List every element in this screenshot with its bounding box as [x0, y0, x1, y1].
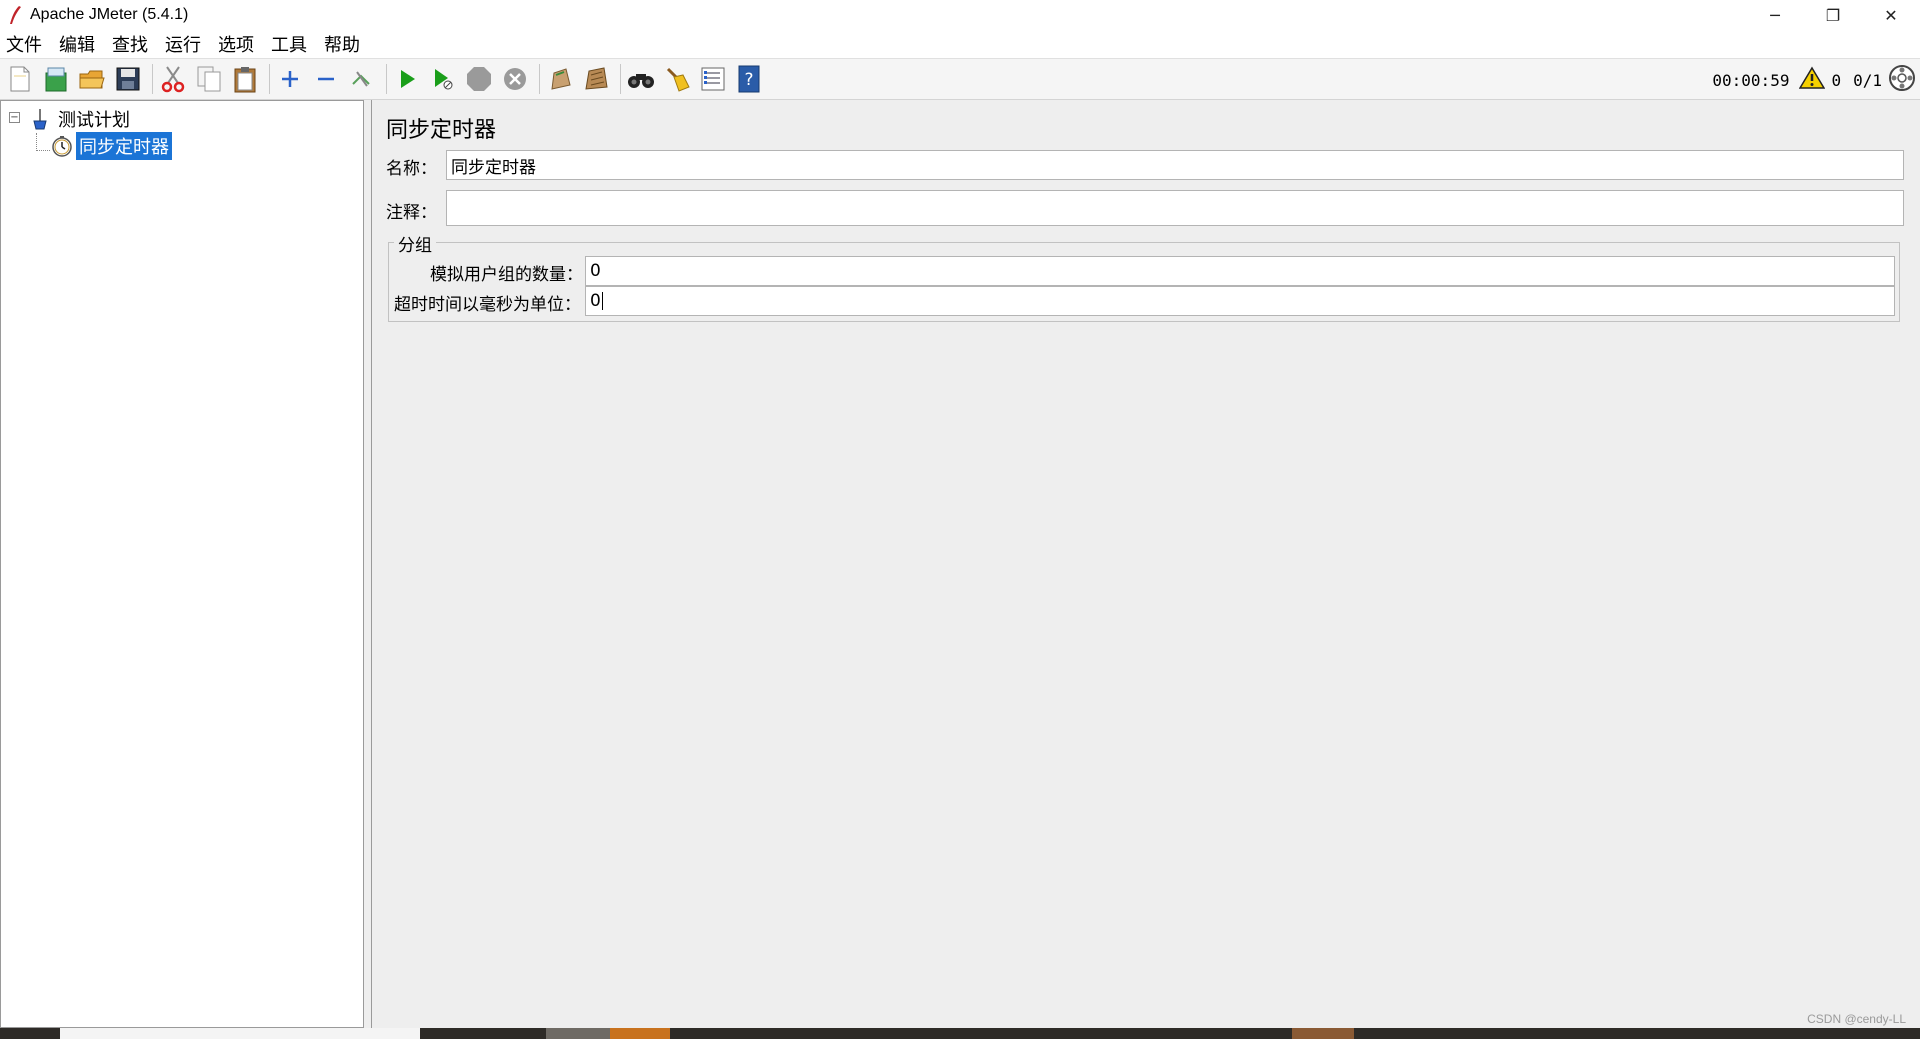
name-label: 名称： [386, 159, 437, 179]
close-button[interactable]: ✕ [1862, 0, 1920, 30]
minimize-button[interactable]: ─ [1746, 0, 1804, 30]
collapse-node-toggle[interactable]: − [9, 112, 20, 123]
text-caret [601, 292, 603, 310]
collapse-icon[interactable] [310, 63, 342, 95]
group-title: 分组 [394, 231, 436, 256]
timeout-field[interactable]: 0 [585, 286, 1895, 316]
start-icon[interactable] [391, 63, 423, 95]
comment-field[interactable] [446, 190, 1904, 226]
taskbar-segment [546, 1028, 610, 1039]
menu-search[interactable]: 查找 [112, 31, 148, 57]
stop-icon[interactable] [463, 63, 495, 95]
test-plan-tree: − 测试计划 同步定时器 [0, 100, 364, 1028]
menu-options[interactable]: 选项 [218, 31, 254, 57]
page-title: 同步定时器 [386, 118, 497, 143]
toolbar-separator [620, 64, 621, 94]
toolbar-separator [152, 64, 153, 94]
taskbar-segment [1292, 1028, 1354, 1039]
toolbar-separator [386, 64, 387, 94]
toolbar-separator [539, 64, 540, 94]
function-helper-icon[interactable] [697, 63, 729, 95]
svg-text:?: ? [744, 70, 753, 90]
window-controls: ─ ❐ ✕ [1746, 0, 1920, 30]
menu-help[interactable]: 帮助 [324, 31, 360, 57]
taskbar-strip [0, 1028, 1920, 1039]
open-icon[interactable] [76, 63, 108, 95]
paste-icon[interactable] [229, 63, 261, 95]
tree-label-sync-timer: 同步定时器 [76, 132, 172, 160]
timeout-label: 超时时间以毫秒为单位： [394, 295, 581, 315]
timeout-value: 0 [590, 291, 601, 311]
jmeter-feather-icon [4, 4, 26, 26]
elapsed-time: 00:00:59 [1712, 70, 1790, 90]
shutdown-icon[interactable] [499, 63, 531, 95]
status-indicator-icon [1888, 64, 1916, 97]
menu-tools[interactable]: 工具 [271, 31, 307, 57]
restore-button[interactable]: ❐ [1804, 0, 1862, 30]
reset-search-icon[interactable] [661, 63, 693, 95]
toggle-icon[interactable] [346, 63, 378, 95]
comment-label: 注释： [386, 203, 437, 223]
toolbar: ? 00:00:59 0 0/1 [0, 58, 1920, 100]
cut-icon[interactable] [157, 63, 189, 95]
timer-icon [50, 134, 74, 158]
tree-node-test-plan[interactable]: 测试计划 [29, 105, 133, 133]
toolbar-status: 00:00:59 0 0/1 [1712, 59, 1916, 101]
new-icon[interactable] [4, 63, 36, 95]
tree-connector [36, 133, 37, 151]
panel-splitter[interactable] [364, 100, 372, 1028]
users-count-field[interactable]: 0 [585, 256, 1895, 286]
save-icon[interactable] [112, 63, 144, 95]
editor-panel: 同步定时器 名称： 同步定时器 注释： 分组 模拟用户组的数量： 0 超时时间以… [372, 100, 1920, 1028]
window-title: Apache JMeter (5.4.1) [30, 6, 189, 23]
menu-file[interactable]: 文件 [6, 31, 42, 57]
error-count: 0 [1831, 70, 1842, 90]
taskbar-segment [610, 1028, 670, 1039]
users-count-label: 模拟用户组的数量： [430, 265, 583, 285]
menu-run[interactable]: 运行 [165, 31, 201, 57]
test-plan-icon [29, 107, 51, 131]
toolbar-separator [269, 64, 270, 94]
templates-icon[interactable] [40, 63, 72, 95]
warning-icon[interactable] [1799, 66, 1826, 95]
tree-label-test-plan: 测试计划 [58, 110, 130, 131]
name-field[interactable]: 同步定时器 [446, 150, 1904, 180]
tree-node-sync-timer[interactable]: 同步定时器 [50, 132, 172, 160]
search-icon[interactable] [625, 63, 657, 95]
taskbar-segment [60, 1028, 420, 1039]
copy-icon[interactable] [193, 63, 225, 95]
thread-count: 0/1 [1853, 70, 1882, 90]
menu-edit[interactable]: 编辑 [59, 31, 95, 57]
tree-connector [36, 150, 50, 151]
remote-clear-icon[interactable] [544, 63, 576, 95]
help-icon[interactable]: ? [733, 63, 765, 95]
watermark: CSDN @cendy-LL [1807, 1012, 1906, 1026]
menu-bar: 文件 编辑 查找 运行 选项 工具 帮助 [0, 30, 1920, 58]
start-no-pause-icon[interactable] [427, 63, 459, 95]
clear-all-icon[interactable] [580, 63, 612, 95]
expand-icon[interactable] [274, 63, 306, 95]
title-bar: Apache JMeter (5.4.1) ─ ❐ ✕ [0, 0, 1920, 30]
